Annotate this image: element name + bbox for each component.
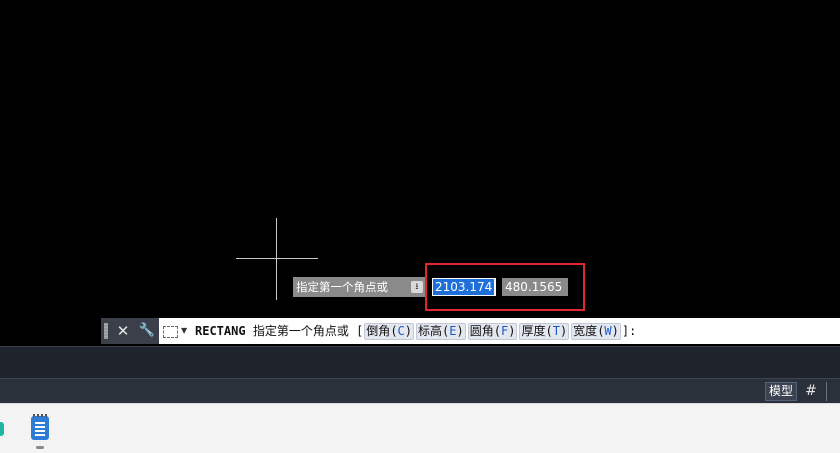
command-name: RECTANG (195, 324, 246, 338)
dynamic-prompt-text: 指定第一个角点或 (296, 280, 388, 294)
option-fillet[interactable]: 圆角(F) (467, 323, 518, 340)
down-arrow-icon[interactable]: ⭳ (411, 281, 423, 293)
taskbar (0, 403, 840, 453)
command-prompt: RECTANG 指定第一个角点或 [倒角(C) 标高(E) 圆角(F) 厚度(T) 宽度… (195, 318, 636, 344)
grid-icon[interactable]: # (801, 382, 821, 401)
crosshair-vertical (276, 218, 277, 300)
option-elevation[interactable]: 标高(E) (416, 323, 466, 340)
options-open-bracket: [ (356, 324, 364, 338)
option-width[interactable]: 宽度(W) (571, 323, 621, 340)
notepad-icon[interactable] (31, 414, 49, 440)
command-line[interactable]: ✕ 🔧 ▼ RECTANG 指定第一个角点或 [倒角(C) 标高(E) 圆角(F) 厚… (101, 318, 840, 344)
teal-app-icon[interactable] (0, 422, 4, 436)
options-close-bracket: ]: (621, 324, 637, 338)
status-divider (826, 382, 827, 401)
dynamic-prompt-tooltip: 指定第一个角点或 ⭳ (293, 277, 426, 297)
command-prompt-text: 指定第一个角点或 (252, 324, 349, 338)
command-line-grip[interactable] (101, 318, 111, 344)
status-bar: 模型 # (0, 378, 840, 403)
wrench-icon[interactable]: 🔧 (135, 318, 159, 344)
model-tab[interactable]: 模型 (765, 382, 797, 401)
option-thickness[interactable]: 厚度(T) (519, 323, 570, 340)
rectangle-command-icon (163, 326, 178, 338)
chevron-down-icon[interactable]: ▼ (181, 326, 187, 335)
option-chamfer[interactable]: 倒角(C) (364, 323, 415, 340)
drawing-canvas[interactable]: 指定第一个角点或 ⭳ 2103.174 480.1565 ✕ 🔧 ▼ RECTA… (0, 0, 840, 346)
highlight-box (425, 263, 585, 311)
close-icon[interactable]: ✕ (111, 318, 135, 344)
active-app-indicator (36, 446, 44, 449)
crosshair-horizontal (236, 258, 318, 259)
layout-tabs-area (0, 346, 840, 378)
